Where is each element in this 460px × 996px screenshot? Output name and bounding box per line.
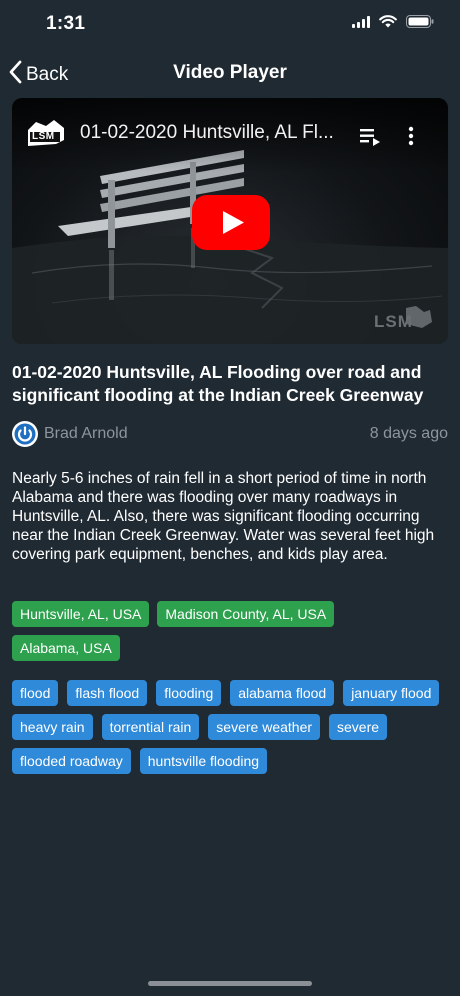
- wifi-icon: [379, 15, 397, 33]
- location-tags: Huntsville, AL, USA Madison County, AL, …: [12, 601, 448, 661]
- more-options-icon[interactable]: [408, 126, 414, 151]
- location-tag[interactable]: Madison County, AL, USA: [157, 601, 335, 627]
- channel-logo[interactable]: LSM: [24, 116, 68, 152]
- channel-logo-text: LSM: [32, 131, 55, 142]
- location-tag[interactable]: Huntsville, AL, USA: [12, 601, 150, 627]
- battery-icon: [406, 15, 434, 33]
- queue-icon[interactable]: [360, 128, 382, 151]
- keyword-tag[interactable]: heavy rain: [12, 714, 93, 740]
- keyword-tag[interactable]: huntsville flooding: [139, 748, 268, 774]
- nav-bar: Back Video Player: [0, 52, 460, 96]
- signal-icon: [352, 15, 370, 33]
- video-description: Nearly 5-6 inches of rain fell in a shor…: [12, 470, 435, 563]
- keyword-tag[interactable]: flooding: [156, 680, 222, 706]
- home-indicator[interactable]: [148, 981, 312, 986]
- keyword-tag[interactable]: severe: [329, 714, 388, 740]
- keyword-tag[interactable]: flooded roadway: [12, 748, 131, 774]
- keyword-tag[interactable]: flash flood: [67, 680, 148, 706]
- location-tag[interactable]: Alabama, USA: [12, 635, 120, 661]
- video-overlay-title[interactable]: 01-02-2020 Huntsville, AL Fl...: [80, 122, 334, 144]
- status-time: 1:31: [46, 13, 86, 34]
- keyword-tag[interactable]: alabama flood: [230, 680, 335, 706]
- status-icons: [352, 15, 434, 33]
- keyword-tag[interactable]: severe weather: [208, 714, 321, 740]
- keyword-tag[interactable]: january flood: [343, 680, 440, 706]
- author-avatar[interactable]: [12, 421, 38, 447]
- watermark-logo: LSM: [372, 304, 434, 339]
- video-player[interactable]: LSM 01-02-2020 Huntsville, AL Fl... LSM: [12, 98, 448, 344]
- author-row: Brad Arnold 8 days ago: [12, 421, 448, 447]
- video-title: 01-02-2020 Huntsville, AL Flooding over …: [12, 362, 424, 405]
- watermark-text: LSM: [374, 312, 413, 331]
- author-name[interactable]: Brad Arnold: [44, 425, 128, 443]
- keyword-tag[interactable]: torrential rain: [101, 714, 200, 740]
- keyword-tags: flood flash flood flooding alabama flood…: [12, 680, 448, 774]
- play-button[interactable]: [192, 195, 270, 250]
- status-bar: 1:31: [0, 0, 460, 50]
- keyword-tag[interactable]: flood: [12, 680, 59, 706]
- post-time: 8 days ago: [369, 425, 448, 442]
- page-title: Video Player: [173, 62, 287, 83]
